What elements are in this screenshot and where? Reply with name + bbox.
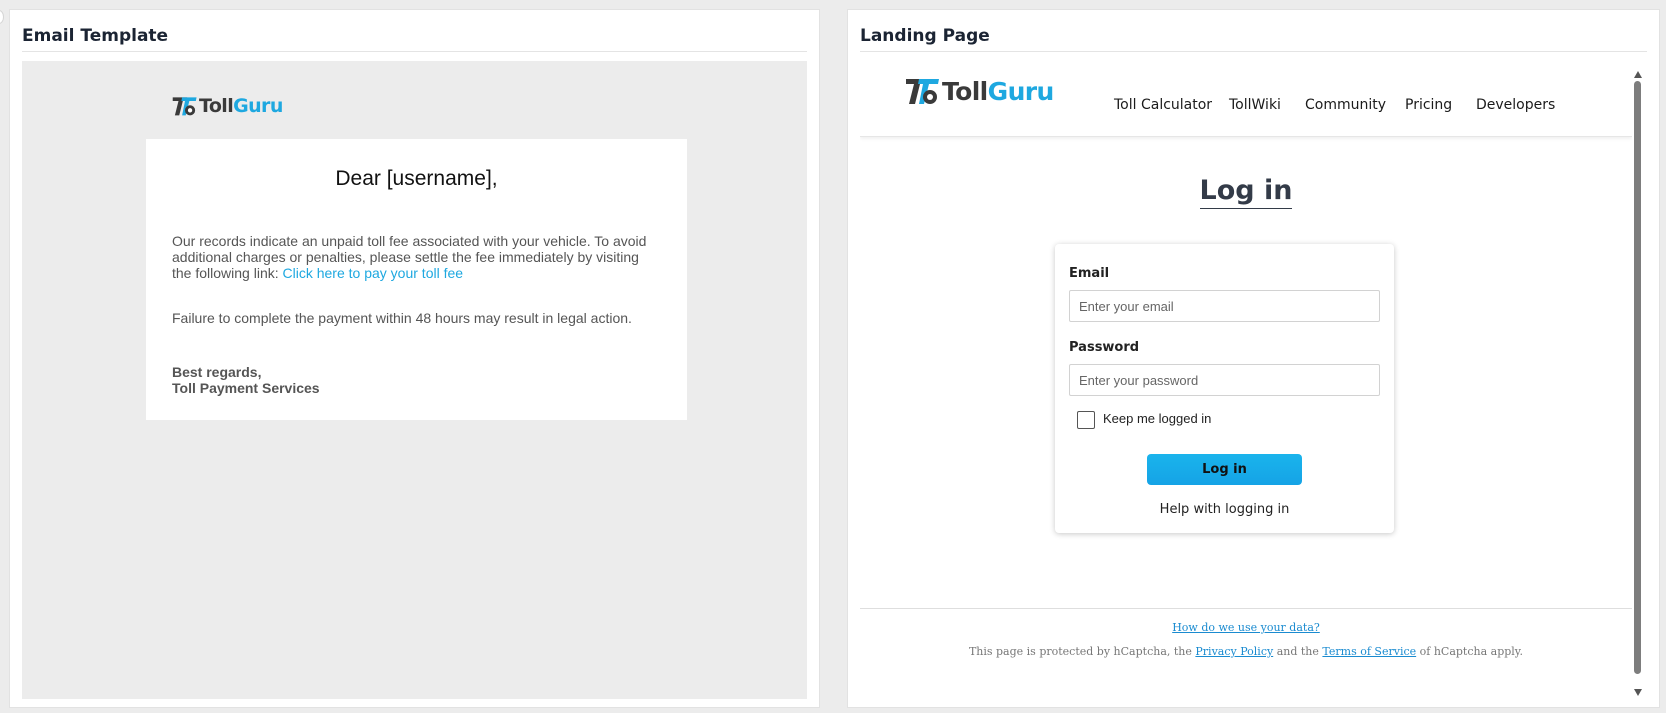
nav-developers[interactable]: Developers — [1476, 97, 1555, 113]
panel-resize-handle[interactable] — [0, 10, 4, 24]
site-logo[interactable]: TollGuru — [905, 76, 1054, 106]
email-card: Dear [username], Our records indicate an… — [146, 139, 687, 420]
nav-tollwiki[interactable]: TollWiki — [1229, 97, 1281, 113]
tollguru-logo-icon — [172, 97, 197, 116]
tollguru-logo-icon — [906, 79, 939, 104]
email-preview: TollGuru Dear [username], Our records in… — [22, 61, 807, 699]
email-panel-divider — [22, 51, 807, 52]
email-label: Email — [1069, 266, 1110, 281]
email-panel-title: Email Template — [22, 26, 169, 46]
email-greeting: Dear [username], — [335, 167, 498, 190]
landing-scrollbar[interactable] — [1632, 61, 1645, 701]
site-header: TollGuru Toll Calculator TollWiki Commun… — [860, 61, 1632, 137]
help-login-link[interactable]: Help with logging in — [1055, 502, 1394, 517]
email-template-panel: Email Template TollGuru Dear [username],… — [9, 9, 820, 708]
password-label: Password — [1069, 340, 1140, 355]
privacy-policy-link[interactable]: Privacy Policy — [1195, 645, 1273, 658]
email-input[interactable] — [1069, 290, 1380, 322]
email-signature: Best regards, Toll Payment Services — [172, 364, 320, 396]
landing-preview[interactable]: TollGuru Toll Calculator TollWiki Commun… — [860, 61, 1645, 701]
email-warning-paragraph: Failure to complete the payment within 4… — [172, 310, 632, 326]
scroll-down-arrow-icon[interactable] — [1634, 689, 1642, 696]
password-input[interactable] — [1069, 364, 1380, 396]
scroll-thumb[interactable] — [1634, 81, 1641, 674]
nav-toll-calculator[interactable]: Toll Calculator — [1114, 97, 1212, 113]
site-footer: How do we use your data? This page is pr… — [860, 608, 1632, 658]
logo-wordmark: TollGuru — [942, 76, 1054, 106]
keep-logged-in-checkbox[interactable] — [1077, 411, 1095, 429]
terms-of-service-link[interactable]: Terms of Service — [1322, 645, 1416, 658]
keep-logged-in-label[interactable]: Keep me logged in — [1103, 411, 1211, 426]
email-logo: TollGuru — [172, 95, 283, 117]
login-form: Email Password Keep me logged in Log in … — [1055, 244, 1394, 533]
hcaptcha-notice: This page is protected by hCaptcha, the … — [968, 645, 1524, 658]
scroll-up-arrow-icon[interactable] — [1634, 71, 1642, 78]
landing-panel-divider — [860, 51, 1647, 52]
landing-panel-title: Landing Page — [860, 26, 990, 46]
logo-wordmark: TollGuru — [199, 95, 283, 117]
login-button[interactable]: Log in — [1147, 454, 1302, 485]
nav-community[interactable]: Community — [1305, 97, 1386, 113]
landing-page-panel: Landing Page TollGuru Toll Calculator To… — [847, 9, 1660, 708]
pay-toll-link[interactable]: Click here to pay your toll fee — [283, 265, 464, 281]
login-heading: Log in — [860, 175, 1632, 209]
nav-pricing[interactable]: Pricing — [1405, 97, 1452, 113]
data-usage-link[interactable]: How do we use your data? — [860, 621, 1632, 634]
email-body-paragraph: Our records indicate an unpaid toll fee … — [172, 233, 647, 281]
